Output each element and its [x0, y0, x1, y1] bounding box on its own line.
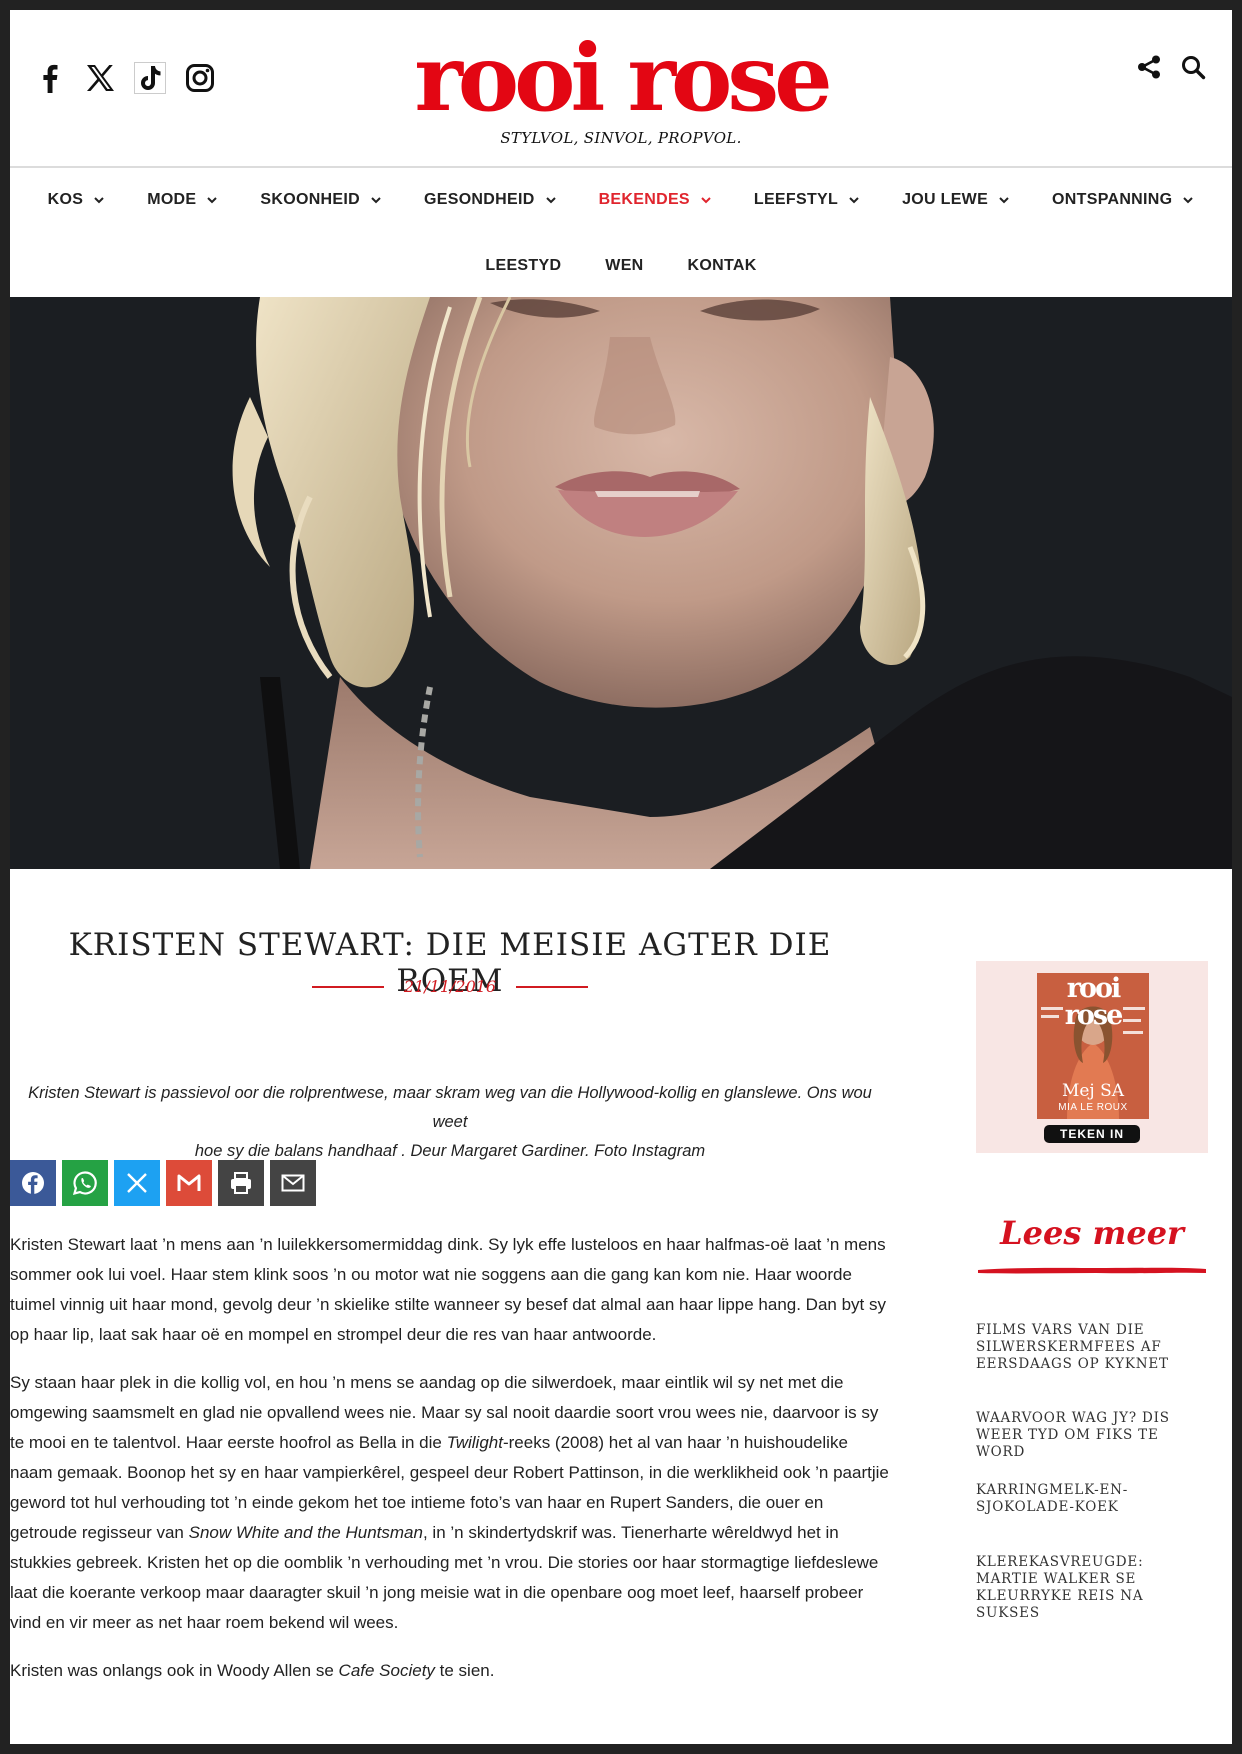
- share-x-button[interactable]: [114, 1160, 160, 1206]
- date-rule-right: [516, 985, 589, 988]
- nav-item-leefstyl[interactable]: LEEFSTYL: [754, 188, 860, 212]
- main-navigation: KOS MODE SKOONHEID GESONDHEID BEKENDES L…: [10, 168, 1232, 296]
- chevron-down-icon: [701, 197, 711, 204]
- intro-line: Kristen Stewart is passievol oor die rol…: [28, 1084, 872, 1131]
- related-article-link[interactable]: WAARVOOR WAG JY? DIS WEER TYD OM FIKS TE…: [976, 1410, 1208, 1461]
- nav-row-secondary: LEESTYD WEN KONTAK: [10, 254, 1232, 278]
- article-date: 21/11/2016: [403, 977, 497, 996]
- article-intro: Kristen Stewart is passievol oor die rol…: [10, 1079, 890, 1166]
- nav-item-kontak[interactable]: KONTAK: [688, 254, 757, 278]
- nav-label: MODE: [147, 191, 197, 208]
- share-whatsapp-button[interactable]: [62, 1160, 108, 1206]
- article-dateline: 21/11/2016: [10, 977, 890, 996]
- nav-item-gesondheid[interactable]: GESONDHEID: [424, 188, 557, 212]
- chevron-down-icon: [999, 197, 1009, 204]
- nav-item-kos[interactable]: KOS: [48, 188, 106, 212]
- gmail-icon: [177, 1174, 201, 1191]
- nav-label: JOU LEWE: [902, 191, 989, 208]
- share-email-button[interactable]: [270, 1160, 316, 1206]
- nav-item-leestyd[interactable]: LEESTYD: [485, 254, 561, 278]
- subscribe-button[interactable]: TEKEN IN: [1044, 1125, 1140, 1143]
- site-logo[interactable]: rooi rose: [10, 32, 1232, 124]
- article-body: Kristen Stewart laat ’n mens aan ’n luil…: [10, 1230, 890, 1704]
- date-rule-left: [311, 985, 384, 988]
- nav-label: LEEFSTYL: [753, 191, 839, 208]
- article-paragraph: Sy staan haar plek in die kollig vol, en…: [10, 1368, 890, 1638]
- share-gmail-button[interactable]: [166, 1160, 212, 1206]
- nav-item-mode[interactable]: MODE: [147, 188, 218, 212]
- nav-label: SKOONHEID: [260, 191, 360, 208]
- whatsapp-icon: [72, 1171, 97, 1196]
- text-run: te sien.: [434, 1661, 495, 1680]
- text-run-italic: Twilight: [446, 1433, 503, 1452]
- nav-item-bekendes[interactable]: BEKENDES: [599, 188, 712, 212]
- nav-label: ONTSPANNING: [1052, 191, 1173, 208]
- article-paragraph: Kristen was onlangs ook in Woody Allen s…: [10, 1656, 890, 1686]
- related-article-link[interactable]: KLEREKASVREUGDE: MARTIE WALKER SE KLEURR…: [976, 1554, 1208, 1622]
- facebook-icon: [22, 1172, 44, 1194]
- share-icon[interactable]: [1136, 54, 1162, 80]
- nav-label: KOS: [47, 191, 84, 208]
- chevron-down-icon: [94, 197, 104, 204]
- page: rooi rose STYLVOL, SINVOL, PROPVOL. KOS …: [10, 10, 1232, 1744]
- nav-item-skoonheid[interactable]: SKOONHEID: [260, 188, 382, 212]
- nav-item-jou-lewe[interactable]: JOU LEWE: [902, 188, 1010, 212]
- magazine-cover-headline: Mej SA: [1061, 1081, 1125, 1101]
- site-header: rooi rose STYLVOL, SINVOL, PROPVOL.: [10, 10, 1232, 166]
- hero-image: [10, 297, 1232, 869]
- nav-row-primary: KOS MODE SKOONHEID GESONDHEID BEKENDES L…: [10, 188, 1232, 212]
- chevron-down-icon: [371, 197, 381, 204]
- read-more-heading: Lees meer: [1000, 1214, 1184, 1252]
- nav-label: GESONDHEID: [424, 191, 535, 208]
- chevron-down-icon: [849, 197, 859, 204]
- x-icon: [127, 1173, 147, 1193]
- text-run: Kristen was onlangs ook in Woody Allen s…: [10, 1661, 339, 1680]
- subscribe-promo[interactable]: rooi rose Mej SA MIA LE ROUX TEKEN IN: [976, 961, 1208, 1153]
- share-print-button[interactable]: [218, 1160, 264, 1206]
- text-run-italic: Cafe Society: [338, 1661, 435, 1680]
- search-icon[interactable]: [1180, 54, 1206, 80]
- nav-label: BEKENDES: [598, 191, 690, 208]
- related-article-link[interactable]: FILMS VARS VAN DIE SILWERSKERMFEES AF EE…: [976, 1322, 1208, 1373]
- print-icon: [231, 1172, 251, 1194]
- magazine-cover-subline: MIA LE ROUX: [1058, 1102, 1128, 1113]
- share-facebook-button[interactable]: [10, 1160, 56, 1206]
- magazine-cover[interactable]: rooi rose Mej SA MIA LE ROUX: [1037, 973, 1149, 1119]
- email-icon: [281, 1174, 305, 1192]
- site-tagline: STYLVOL, SINVOL, PROPVOL.: [500, 129, 742, 147]
- related-article-link[interactable]: KARRINGMELK-EN-SJOKOLADE-KOEK: [976, 1482, 1208, 1516]
- share-bar: [10, 1160, 316, 1206]
- read-more-brush-rule: [978, 1267, 1206, 1274]
- nav-item-wen[interactable]: WEN: [605, 254, 643, 278]
- header-tools: [1136, 54, 1206, 80]
- text-run-italic: Snow White and the Huntsman: [188, 1523, 423, 1542]
- nav-item-ontspanning[interactable]: ONTSPANNING: [1052, 188, 1194, 212]
- chevron-down-icon: [545, 197, 556, 204]
- chevron-down-icon: [207, 197, 218, 204]
- magazine-cover-title: rooi rose: [1064, 973, 1124, 1031]
- article-paragraph: Kristen Stewart laat ’n mens aan ’n luil…: [10, 1235, 886, 1344]
- chevron-down-icon: [1183, 197, 1194, 204]
